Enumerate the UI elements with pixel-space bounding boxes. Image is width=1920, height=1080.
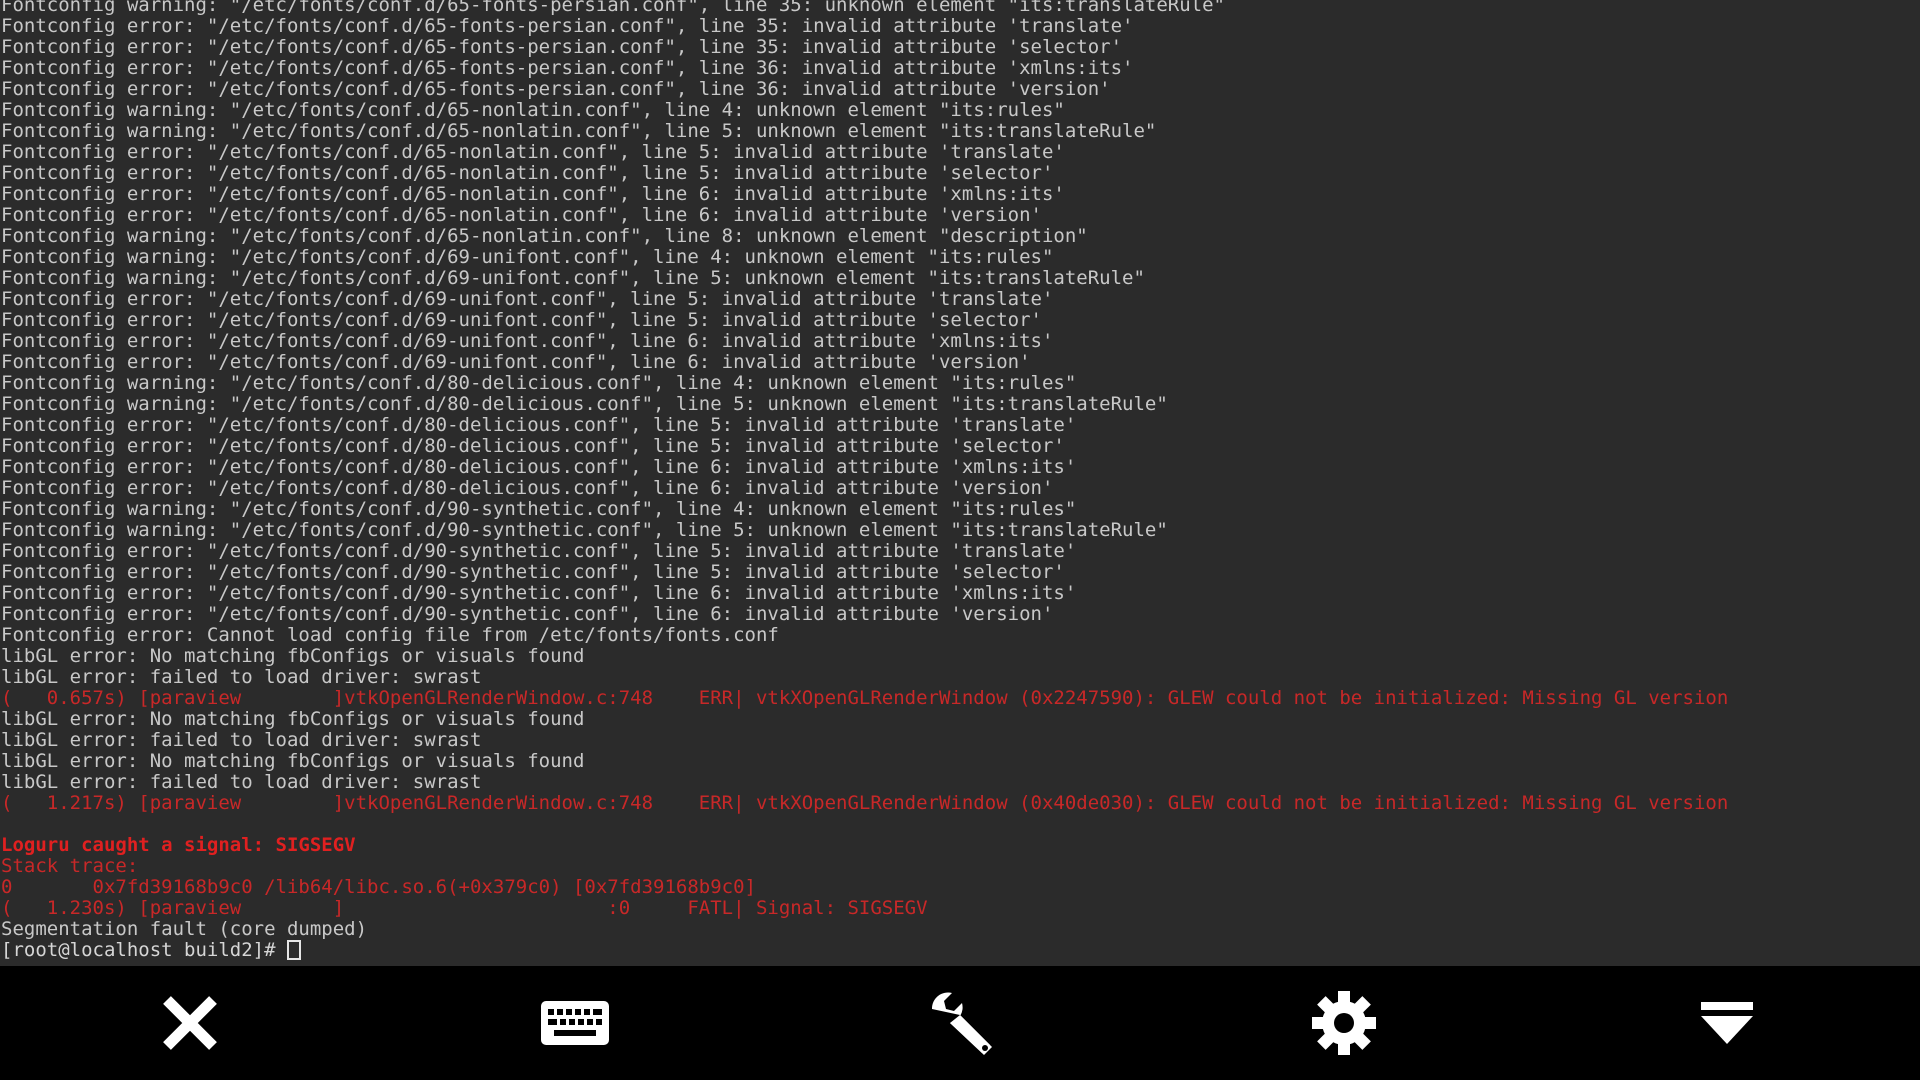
terminal-line: Fontconfig error: "/etc/fonts/conf.d/90-… bbox=[1, 603, 1054, 625]
terminal-line: Fontconfig error: "/etc/fonts/conf.d/80-… bbox=[1, 477, 1054, 499]
terminal-line: Fontconfig warning: "/etc/fonts/conf.d/8… bbox=[1, 372, 1077, 394]
terminal-line: Fontconfig warning: "/etc/fonts/conf.d/6… bbox=[1, 267, 1145, 289]
terminal-line: libGL error: failed to load driver: swra… bbox=[1, 771, 482, 793]
shell-prompt: [root@localhost build2]# bbox=[1, 939, 287, 961]
terminal-line: Fontconfig warning: "/etc/fonts/conf.d/6… bbox=[1, 225, 1088, 247]
terminal-line: Fontconfig error: "/etc/fonts/conf.d/80-… bbox=[1, 435, 1065, 457]
settings-button[interactable] bbox=[1284, 966, 1404, 1080]
terminal-line: Fontconfig error: Cannot load config fil… bbox=[1, 624, 779, 646]
terminal-line: Fontconfig error: "/etc/fonts/conf.d/65-… bbox=[1, 57, 1134, 79]
terminal-line: ( 0.657s) [paraview ]vtkOpenGLRenderWind… bbox=[1, 687, 1729, 709]
terminal-line: Fontconfig error: "/etc/fonts/conf.d/65-… bbox=[1, 204, 1042, 226]
terminal-line: Fontconfig warning: "/etc/fonts/conf.d/6… bbox=[1, 0, 1225, 16]
terminal-line: Fontconfig warning: "/etc/fonts/conf.d/6… bbox=[1, 120, 1157, 142]
keyboard-button[interactable] bbox=[515, 966, 635, 1080]
terminal-line: Fontconfig error: "/etc/fonts/conf.d/90-… bbox=[1, 582, 1077, 604]
keyboard-icon bbox=[541, 1001, 609, 1045]
terminal-output: Fontconfig warning: "/etc/fonts/conf.d/6… bbox=[1, 0, 1728, 961]
terminal-line: Loguru caught a signal: SIGSEGV bbox=[1, 834, 356, 856]
terminal-line: Fontconfig warning: "/etc/fonts/conf.d/8… bbox=[1, 393, 1168, 415]
tools-button[interactable] bbox=[900, 966, 1020, 1080]
shell-prompt-line[interactable]: [root@localhost build2]# bbox=[1, 940, 1728, 961]
terminal-line: Fontconfig error: "/etc/fonts/conf.d/90-… bbox=[1, 561, 1065, 583]
gear-icon bbox=[1312, 991, 1376, 1055]
terminal-line: Fontconfig error: "/etc/fonts/conf.d/65-… bbox=[1, 141, 1065, 163]
terminal-line: Segmentation fault (core dumped) bbox=[1, 918, 368, 940]
terminal-line: Fontconfig warning: "/etc/fonts/conf.d/6… bbox=[1, 99, 1065, 121]
terminal-window[interactable]: Fontconfig warning: "/etc/fonts/conf.d/6… bbox=[0, 0, 1920, 966]
terminal-line: libGL error: failed to load driver: swra… bbox=[1, 729, 482, 751]
chevron-down-icon bbox=[1701, 1002, 1753, 1044]
terminal-line: Fontconfig error: "/etc/fonts/conf.d/80-… bbox=[1, 456, 1077, 478]
wrench-icon bbox=[931, 992, 992, 1055]
terminal-line: Fontconfig error: "/etc/fonts/conf.d/90-… bbox=[1, 540, 1077, 562]
terminal-line: Fontconfig error: "/etc/fonts/conf.d/65-… bbox=[1, 36, 1123, 58]
terminal-line: Fontconfig warning: "/etc/fonts/conf.d/6… bbox=[1, 246, 1054, 268]
terminal-line: Fontconfig error: "/etc/fonts/conf.d/65-… bbox=[1, 78, 1111, 100]
terminal-line: libGL error: failed to load driver: swra… bbox=[1, 666, 482, 688]
text-cursor bbox=[286, 940, 301, 960]
close-button[interactable] bbox=[130, 966, 250, 1080]
terminal-line: Fontconfig warning: "/etc/fonts/conf.d/9… bbox=[1, 498, 1077, 520]
bottom-toolbar bbox=[0, 966, 1920, 1080]
hide-toolbar-button[interactable] bbox=[1667, 966, 1787, 1080]
terminal-line: Fontconfig error: "/etc/fonts/conf.d/69-… bbox=[1, 330, 1054, 352]
terminal-line: libGL error: No matching fbConfigs or vi… bbox=[1, 708, 585, 730]
terminal-line: ( 1.230s) [paraview ] :0 FATL| Signal: S… bbox=[1, 897, 928, 919]
terminal-line: Fontconfig warning: "/etc/fonts/conf.d/9… bbox=[1, 519, 1168, 541]
terminal-line: libGL error: No matching fbConfigs or vi… bbox=[1, 750, 585, 772]
screen: Fontconfig warning: "/etc/fonts/conf.d/6… bbox=[0, 0, 1920, 1080]
terminal-line: Fontconfig error: "/etc/fonts/conf.d/65-… bbox=[1, 162, 1054, 184]
close-icon bbox=[163, 996, 217, 1050]
terminal-line: ( 1.217s) [paraview ]vtkOpenGLRenderWind… bbox=[1, 792, 1729, 814]
terminal-line: Fontconfig error: "/etc/fonts/conf.d/65-… bbox=[1, 183, 1065, 205]
terminal-line: Fontconfig error: "/etc/fonts/conf.d/69-… bbox=[1, 309, 1042, 331]
terminal-line: Fontconfig error: "/etc/fonts/conf.d/69-… bbox=[1, 351, 1031, 373]
terminal-line: libGL error: No matching fbConfigs or vi… bbox=[1, 645, 585, 667]
terminal-line: Fontconfig error: "/etc/fonts/conf.d/69-… bbox=[1, 288, 1054, 310]
terminal-line: Stack trace: bbox=[1, 855, 139, 877]
terminal-line: 0 0x7fd39168b9c0 /lib64/libc.so.6(+0x379… bbox=[1, 876, 756, 898]
terminal-line: Fontconfig error: "/etc/fonts/conf.d/80-… bbox=[1, 414, 1077, 436]
terminal-line: Fontconfig error: "/etc/fonts/conf.d/65-… bbox=[1, 15, 1134, 37]
